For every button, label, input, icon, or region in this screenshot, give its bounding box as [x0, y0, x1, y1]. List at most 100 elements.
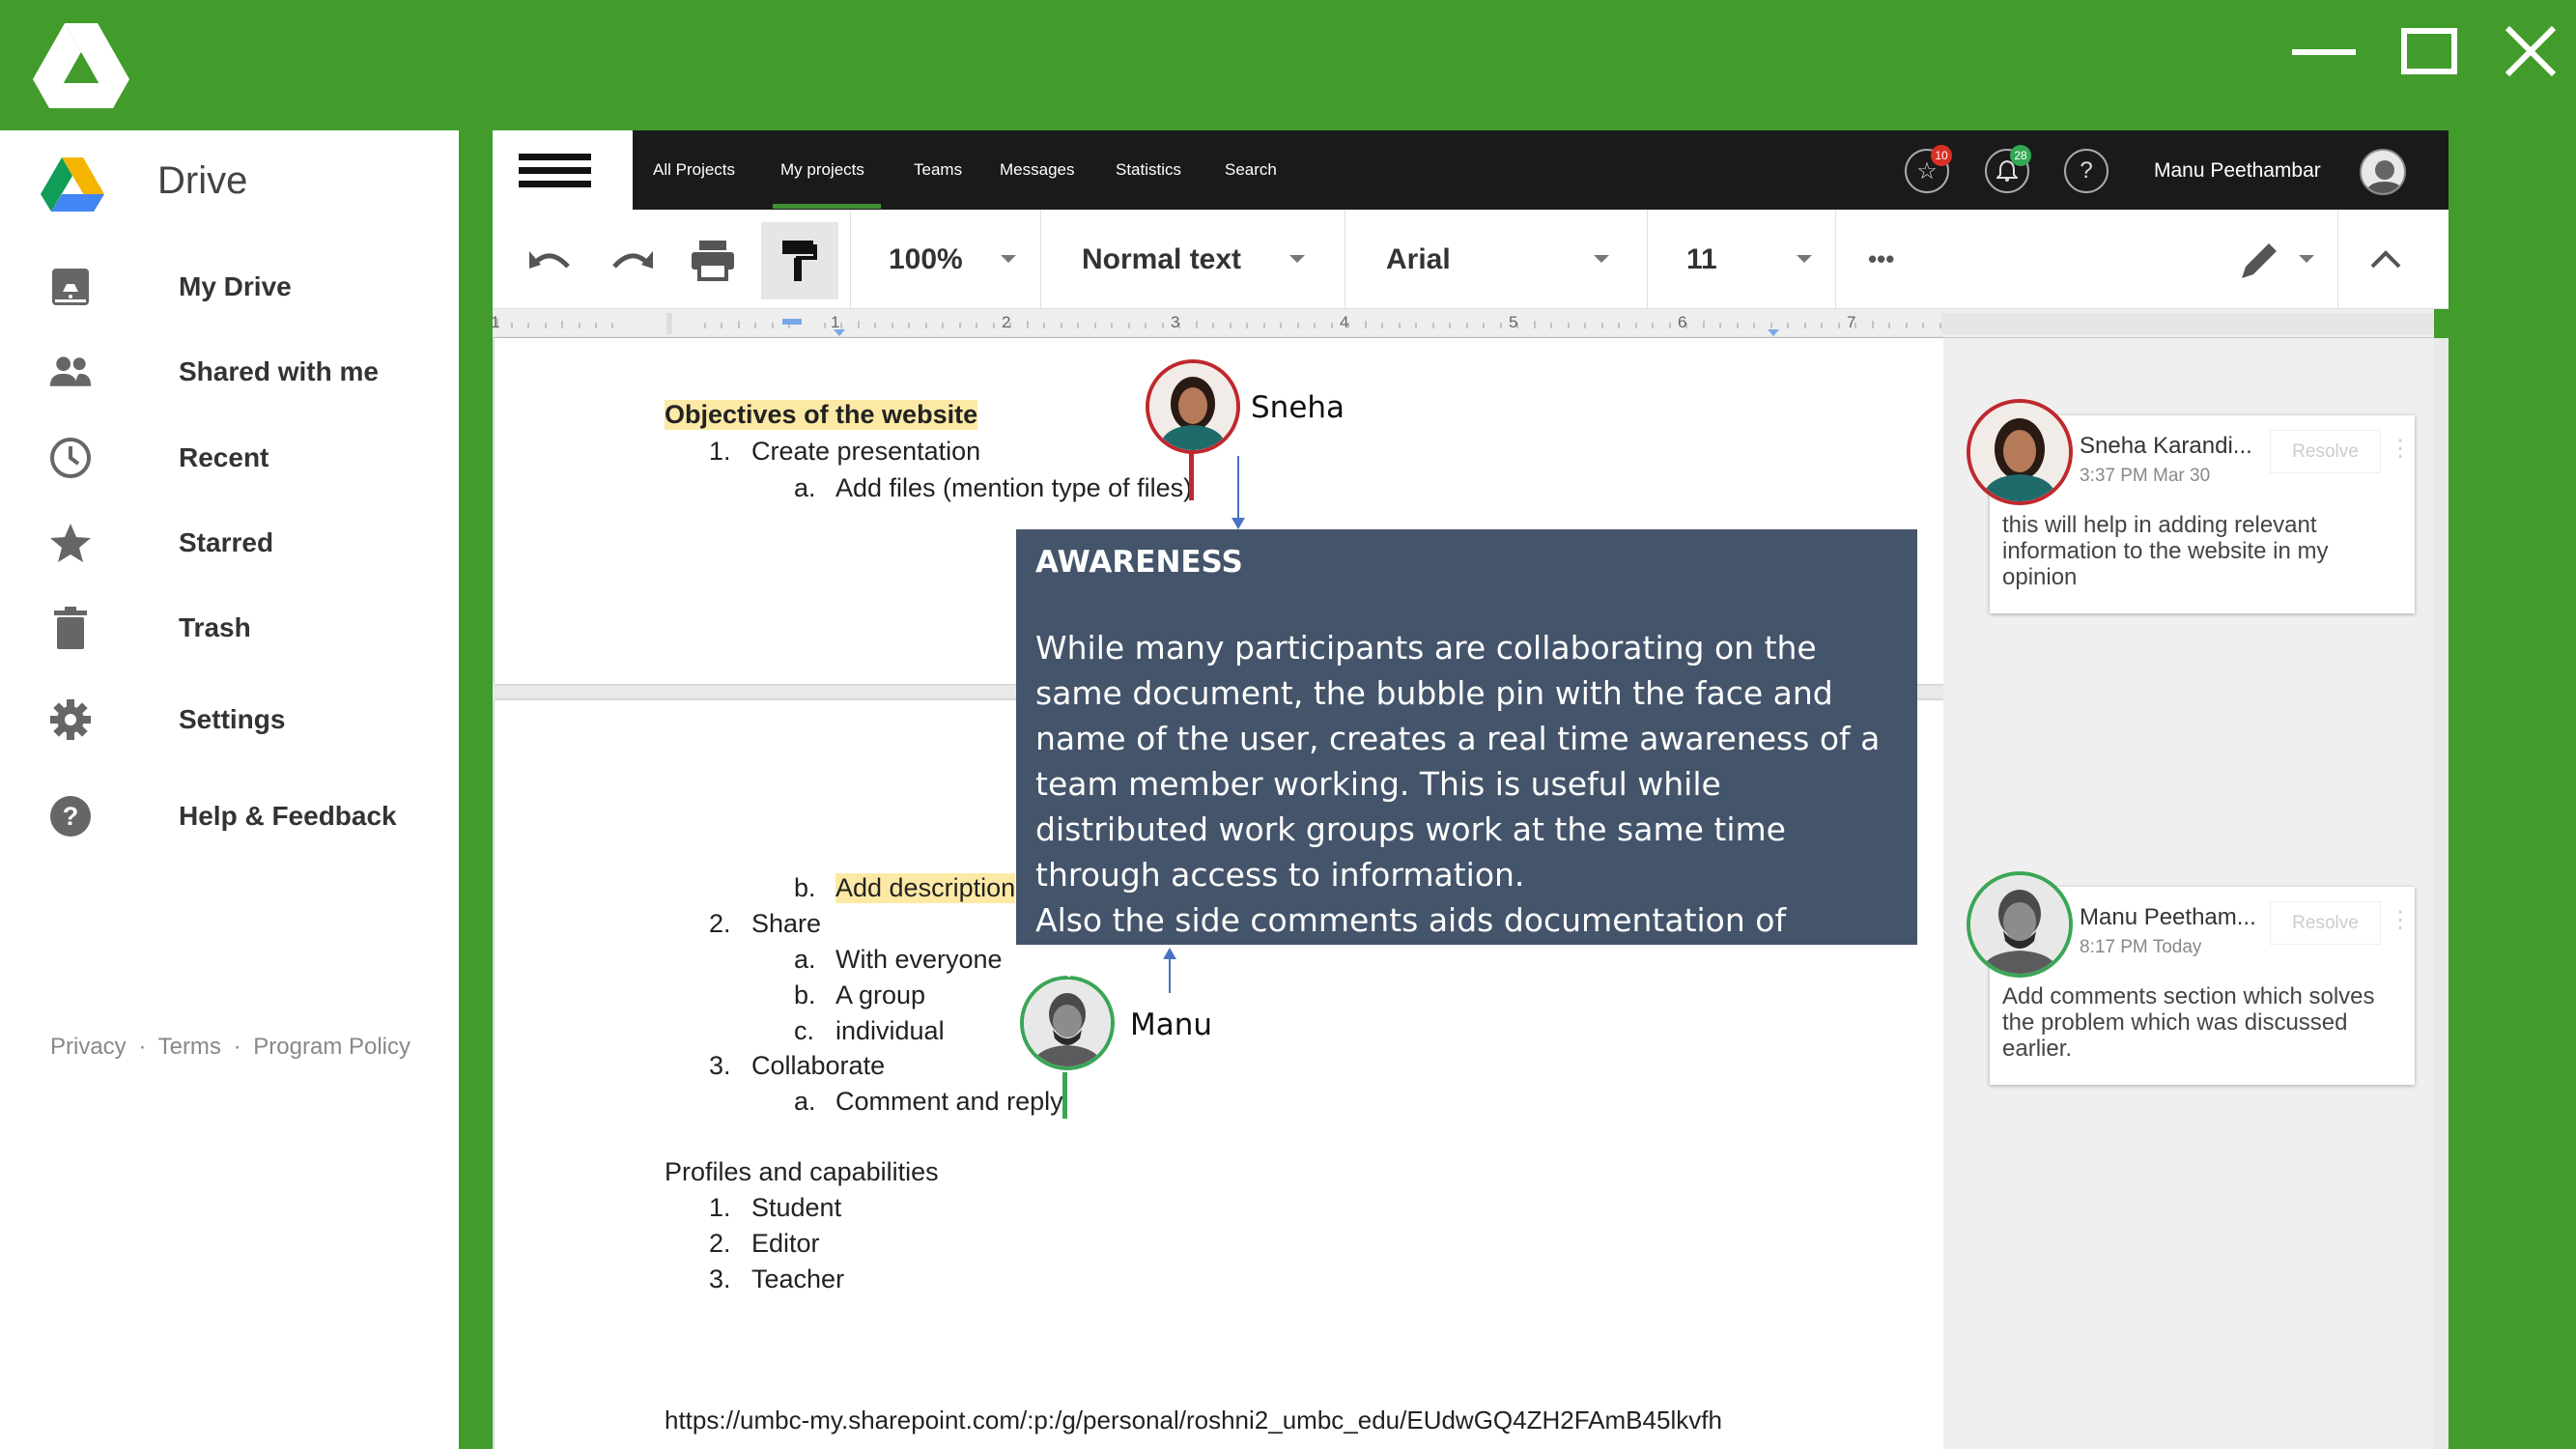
list-item: Comment and reply — [835, 1087, 1063, 1116]
user-name: Manu Peethambar — [2154, 159, 2321, 182]
chevron-down-icon — [1594, 255, 1609, 263]
window-titlebar — [0, 0, 2576, 130]
editor-toolbar: 100% Normal text Arial 11 ••• — [493, 210, 2449, 309]
tab-messages[interactable]: Messages — [1000, 130, 1074, 210]
undo-button[interactable] — [522, 231, 580, 289]
nav-recent[interactable]: Recent — [0, 424, 459, 492]
undo-icon — [529, 251, 570, 269]
comment-time: 3:37 PM Mar 30 — [2080, 466, 2211, 486]
star-icon — [48, 521, 93, 565]
paint-format-button[interactable] — [761, 222, 838, 299]
hamburger-line — [519, 181, 591, 187]
nav-shared-with-me[interactable]: Shared with me — [0, 338, 459, 406]
list-number: 1. — [709, 437, 731, 466]
maximize-icon[interactable] — [2401, 28, 2457, 74]
list-item: Create presentation — [751, 437, 981, 466]
list-item: individual — [835, 1016, 945, 1045]
chevron-down-icon — [1001, 255, 1016, 263]
toolbar-separator — [2337, 210, 2338, 309]
ruler[interactable]: 1 1 2 3 4 5 6 7 — [491, 309, 2434, 338]
google-drive-logo — [41, 157, 104, 212]
bubble-avatar-manu — [1020, 976, 1115, 1070]
ruler-mark: 7 — [1847, 313, 1856, 331]
footer-links: Privacy · Terms · Program Policy — [50, 1034, 410, 1061]
font-size-select[interactable]: 11 — [1686, 210, 1717, 309]
redo-button[interactable] — [603, 231, 661, 289]
pencil-icon — [2242, 243, 2277, 278]
privacy-link[interactable]: Privacy — [50, 1034, 127, 1060]
tab-search[interactable]: Search — [1225, 130, 1277, 210]
comment-avatar-manu — [1967, 871, 2073, 978]
ruler-mark: 2 — [1002, 313, 1011, 331]
list-item: Share — [751, 909, 822, 938]
menu-button[interactable] — [493, 130, 633, 210]
chevron-down-icon — [2299, 255, 2314, 263]
nav-help-feedback[interactable]: ? Help & Feedback — [0, 782, 459, 850]
help-button[interactable]: ? — [2064, 149, 2109, 193]
list-item: Teacher — [751, 1264, 845, 1293]
print-icon — [692, 241, 734, 281]
ruler-mark: 4 — [1340, 313, 1349, 331]
callout-body: While many participants are collaboratin… — [1035, 625, 1898, 988]
bubble-avatar-sneha — [1146, 359, 1240, 454]
hamburger-icon — [519, 154, 591, 160]
list-item: Student — [751, 1193, 842, 1222]
tab-teams[interactable]: Teams — [914, 130, 962, 210]
list-number: 3. — [709, 1264, 731, 1293]
collapse-toolbar-button[interactable] — [2357, 231, 2415, 289]
drive-folder-icon — [48, 265, 93, 309]
nav-starred[interactable]: Starred — [0, 509, 459, 577]
resolve-button[interactable]: Resolve — [2270, 901, 2381, 945]
tab-all-projects[interactable]: All Projects — [653, 130, 735, 210]
paragraph-style-select[interactable]: Normal text — [1082, 210, 1241, 309]
nav-label: Starred — [179, 527, 274, 557]
minimize-icon[interactable] — [2292, 49, 2356, 55]
nav-label: My Drive — [179, 271, 292, 301]
doc-link[interactable]: https://umbc-my.sharepoint.com/:p:/g/per… — [665, 1406, 1722, 1435]
list-number: 3. — [709, 1051, 731, 1080]
program-policy-link[interactable]: Program Policy — [253, 1034, 410, 1060]
ruler-mark: 6 — [1678, 313, 1687, 331]
user-avatar[interactable] — [2360, 149, 2406, 195]
list-number: 1. — [709, 1193, 731, 1222]
zoom-select[interactable]: 100% — [889, 210, 963, 309]
cursor-pin-sneha — [1189, 452, 1194, 500]
editing-mode-button[interactable] — [2231, 231, 2289, 289]
toolbar-separator — [1835, 210, 1836, 309]
comment-avatar-sneha — [1967, 399, 2073, 505]
tab-my-projects[interactable]: My projects — [780, 130, 864, 210]
gear-icon — [48, 697, 93, 742]
comment-text: this will help in adding relevant inform… — [2002, 512, 2329, 590]
callout-paragraph: While many participants are collaboratin… — [1035, 629, 1881, 894]
tab-statistics[interactable]: Statistics — [1116, 130, 1181, 210]
list-item: A group — [835, 980, 926, 1009]
chevron-down-icon — [1797, 255, 1812, 263]
list-item: Collaborate — [751, 1051, 886, 1080]
toolbar-separator — [1647, 210, 1648, 309]
nav-label: Settings — [179, 704, 286, 734]
google-drive-logo-white — [33, 23, 129, 108]
nav-trash[interactable]: Trash — [0, 594, 459, 662]
more-vert-icon[interactable]: ⋮ — [2389, 435, 2412, 463]
list-letter: b. — [794, 980, 816, 1009]
more-vert-icon[interactable]: ⋮ — [2389, 906, 2412, 934]
active-tab-indicator — [773, 204, 881, 209]
list-item: Add files (mention type of files) — [835, 473, 1193, 502]
paint-format-icon — [782, 241, 817, 281]
help-icon: ? — [2080, 157, 2093, 184]
list-letter: c. — [794, 1016, 815, 1045]
chevron-down-icon — [1289, 255, 1305, 263]
nav-settings[interactable]: Settings — [0, 686, 459, 753]
nav-my-drive[interactable]: My Drive — [0, 253, 459, 321]
close-icon[interactable] — [2504, 24, 2558, 78]
awareness-callout: AWARENESS While many participants are co… — [1016, 529, 1917, 984]
nav-label: Shared with me — [179, 356, 379, 386]
help-icon: ? — [48, 794, 93, 838]
print-button[interactable] — [684, 231, 742, 289]
resolve-button[interactable]: Resolve — [2270, 430, 2381, 473]
comment-author: Sneha Karandi... — [2080, 433, 2252, 459]
font-family-select[interactable]: Arial — [1386, 210, 1451, 309]
toolbar-separator — [1040, 210, 1041, 309]
more-options-button[interactable]: ••• — [1868, 210, 1894, 309]
terms-link[interactable]: Terms — [158, 1034, 221, 1060]
